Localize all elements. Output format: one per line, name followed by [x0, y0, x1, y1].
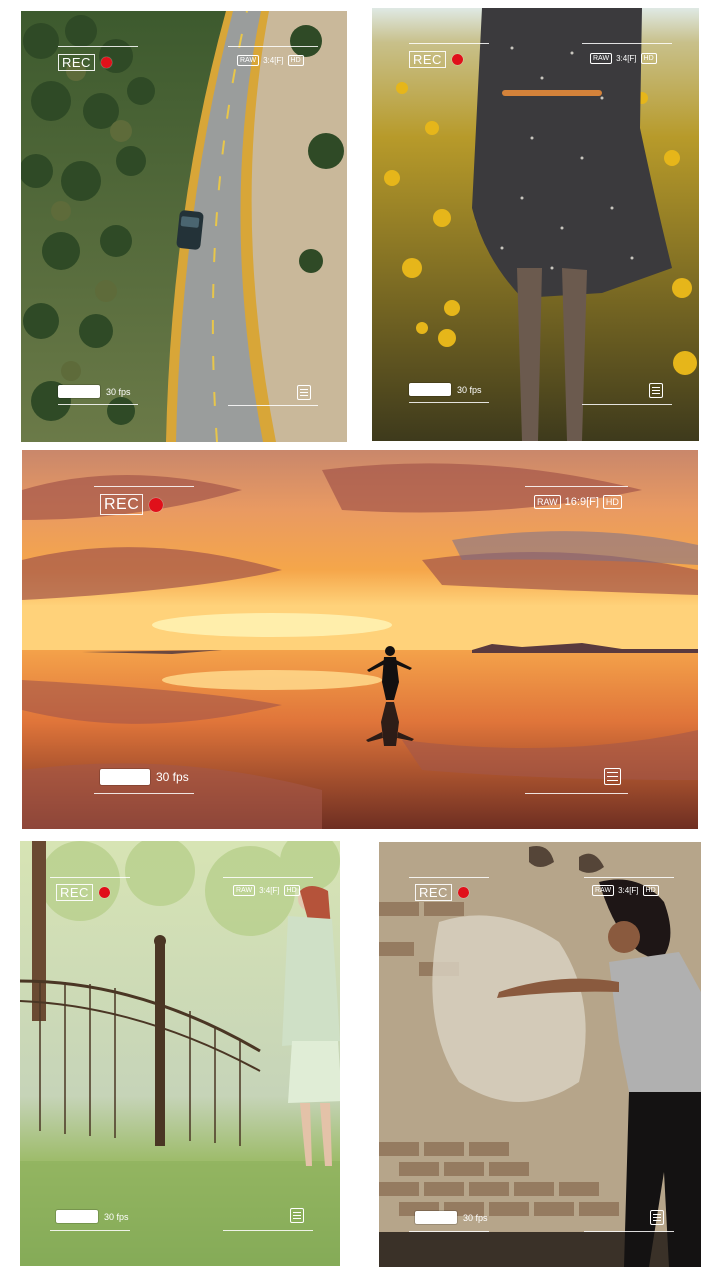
- brick-wall-dancer-scene: [379, 842, 701, 1267]
- video-thumbnail-brick-wall-dancer[interactable]: REC RAW 3:4[F] HD 30 fps: [379, 842, 701, 1267]
- aerial-road-scene: [21, 11, 347, 442]
- video-thumbnail-flower-field[interactable]: REC RAW 3:4[F] HD 30 fps: [372, 8, 699, 441]
- sunset-reflection-scene: [22, 450, 698, 829]
- video-thumbnail-park-railing[interactable]: REC RAW 3:4[F] HD 30 fps: [20, 841, 340, 1266]
- flower-field-scene: [372, 8, 699, 441]
- video-thumbnail-sunset-reflection[interactable]: REC RAW 16:9[F] HD 30 fps: [22, 450, 698, 829]
- video-thumbnail-aerial-road[interactable]: REC RAW 3:4[F] HD 30 fps: [21, 11, 347, 442]
- park-railing-scene: [20, 841, 340, 1266]
